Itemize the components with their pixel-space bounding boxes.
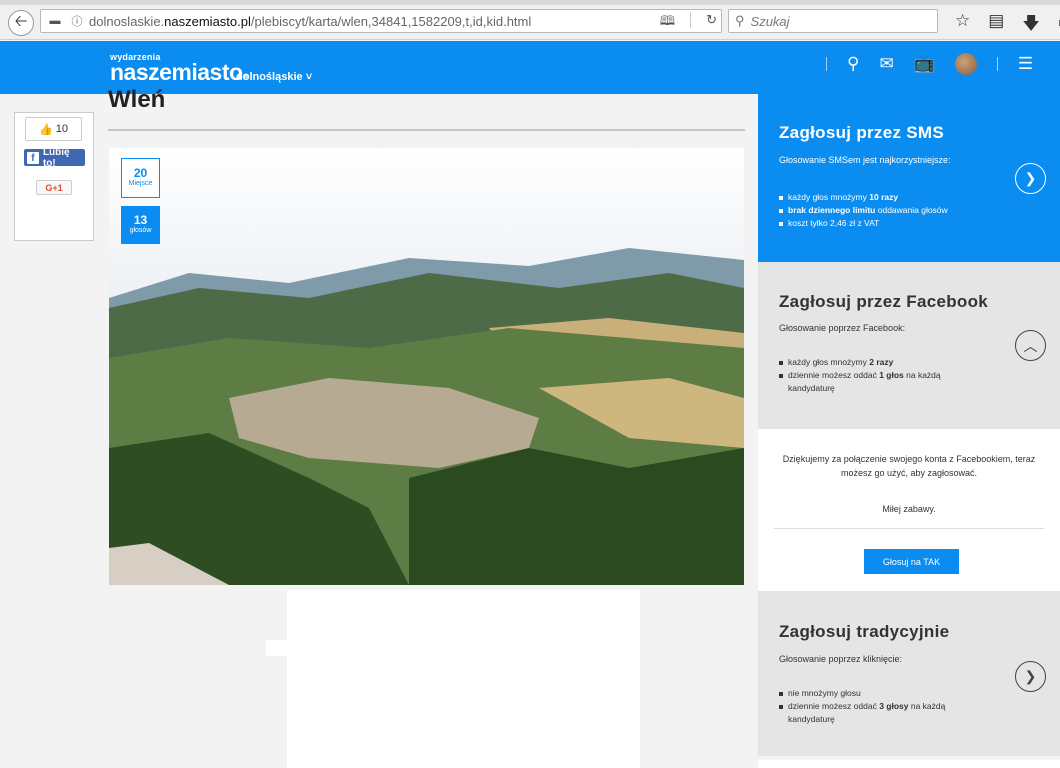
facebook-title: Zagłosuj przez Facebook — [779, 292, 989, 311]
search-icon[interactable]: ⚲ — [847, 54, 859, 74]
facebook-icon: f — [27, 151, 39, 164]
tab-strip — [0, 0, 1060, 5]
rank-badge: 20 Miejsce — [121, 158, 160, 198]
facebook-benefits-list: każdy głos mnożymy 2 razy dziennie możes… — [779, 356, 989, 395]
like-counter[interactable]: 👍 10 — [25, 117, 82, 141]
avatar[interactable] — [954, 53, 977, 75]
sms-benefits-list: każdy głos mnożymy 10 razy brak dzienneg… — [779, 191, 948, 230]
sms-subtitle: Głosowanie SMSem jest najkorzystniejsze: — [779, 155, 951, 165]
region-selector[interactable]: dolnośląskie ˅ — [236, 71, 312, 83]
list-item: każdy głos mnożymy 2 razy — [779, 356, 989, 369]
thumbs-up-icon: 👍 — [39, 123, 53, 136]
back-arrow-icon: 🡠 — [14, 12, 28, 30]
url-separator — [690, 12, 692, 28]
votes-badge: 13 głosów — [121, 206, 160, 244]
traditional-rules-list: nie mnożymy głosu dziennie możesz oddać … — [779, 687, 989, 726]
facebook-collapse-button[interactable]: ︿ — [1015, 330, 1046, 361]
info-icon[interactable]: ⓘ — [69, 13, 85, 29]
sms-expand-button[interactable]: ❯ — [1015, 163, 1046, 194]
bookmarks-icon[interactable]: ▤ — [988, 11, 1004, 40]
star-icon[interactable]: ☆ — [955, 11, 970, 40]
vote-traditional-panel: Zagłosuj tradycyjnie Głosowanie poprzez … — [758, 591, 1060, 756]
download-icon[interactable]: 🡇 — [1022, 11, 1039, 40]
page-title: Wleń — [108, 86, 166, 113]
search-placeholder: Szukaj — [750, 13, 790, 29]
card-divider — [774, 528, 1044, 529]
facebook-thanks-message: Miłej zabawy. — [882, 504, 936, 514]
vote-sms-panel: Zagłosuj przez SMS Głosowanie SMSem jest… — [758, 94, 1060, 262]
browser-toolbar: 🡠 ▬ ⓘ dolnoslaskie.naszemiasto.pl/plebis… — [0, 0, 1060, 40]
facebook-connected-message: Dziękujemy za połączenie swojego konta z… — [782, 454, 1036, 478]
facebook-like-button[interactable]: f Lubię to! — [24, 147, 85, 169]
url-text: dolnoslaskie.naszemiasto.pl/plebiscyt/ka… — [89, 13, 532, 29]
landscape-image — [109, 148, 744, 585]
list-item: dziennie możesz oddać 3 głosy na każdą k… — [779, 700, 989, 726]
candidate-photo — [109, 148, 744, 585]
mail-icon[interactable]: ✉ — [879, 54, 893, 74]
list-item: dziennie możesz oddać 1 głos na każdą ka… — [779, 369, 989, 395]
header-divider — [996, 57, 998, 71]
list-item: brak dziennego limitu oddawania głosów — [779, 204, 948, 217]
social-share-box: 👍 10 f Lubię to! G+1 — [14, 112, 94, 241]
menu-icon[interactable]: ☰ — [1018, 54, 1033, 74]
list-item: nie mnożymy głosu — [779, 687, 989, 700]
search-icon: ⚲ — [735, 13, 745, 28]
facebook-subtitle: Głosowanie poprzez Facebook: — [779, 323, 906, 333]
content-card — [287, 590, 640, 768]
google-plus-button[interactable]: G+1 — [36, 180, 72, 195]
chevron-up-icon: ︿ — [1023, 337, 1038, 354]
chevron-right-icon: ❯ — [1024, 668, 1037, 684]
back-button[interactable]: 🡠 — [8, 10, 34, 36]
vote-facebook-panel: Zagłosuj przez Facebook Głosowanie poprz… — [758, 262, 1060, 429]
sms-title: Zagłosuj przez SMS — [779, 123, 945, 142]
traditional-subtitle: Głosowanie poprzez kliknięcie: — [779, 654, 903, 664]
sidebar-footer — [758, 760, 1060, 768]
browser-search-input[interactable]: ⚲ Szukaj — [728, 9, 938, 33]
list-item: koszt tylko 2,46 zł z VAT — [779, 217, 948, 230]
reload-icon[interactable]: ↻ — [706, 12, 717, 34]
traditional-expand-button[interactable]: ❯ — [1015, 661, 1046, 692]
vote-yes-button[interactable]: Głosuj na TAK — [864, 549, 959, 574]
title-divider — [108, 129, 745, 131]
facebook-connected-card: Dziękujemy za połączenie swojego konta z… — [758, 429, 1060, 591]
header-divider — [826, 57, 827, 71]
reader-view-icon[interactable]: 🕮 — [660, 12, 675, 34]
content-fragment — [266, 640, 287, 656]
chevron-right-icon: ❯ — [1024, 170, 1037, 186]
tv-icon[interactable]: 📺 — [914, 54, 935, 74]
traditional-title: Zagłosuj tradycyjnie — [779, 622, 950, 641]
site-logo[interactable]: naszemiasto® — [110, 59, 249, 86]
page-icon: ▬ — [49, 15, 61, 27]
address-bar[interactable]: ▬ ⓘ dolnoslaskie.naszemiasto.pl/plebiscy… — [40, 9, 722, 33]
list-item: każdy głos mnożymy 10 razy — [779, 191, 948, 204]
